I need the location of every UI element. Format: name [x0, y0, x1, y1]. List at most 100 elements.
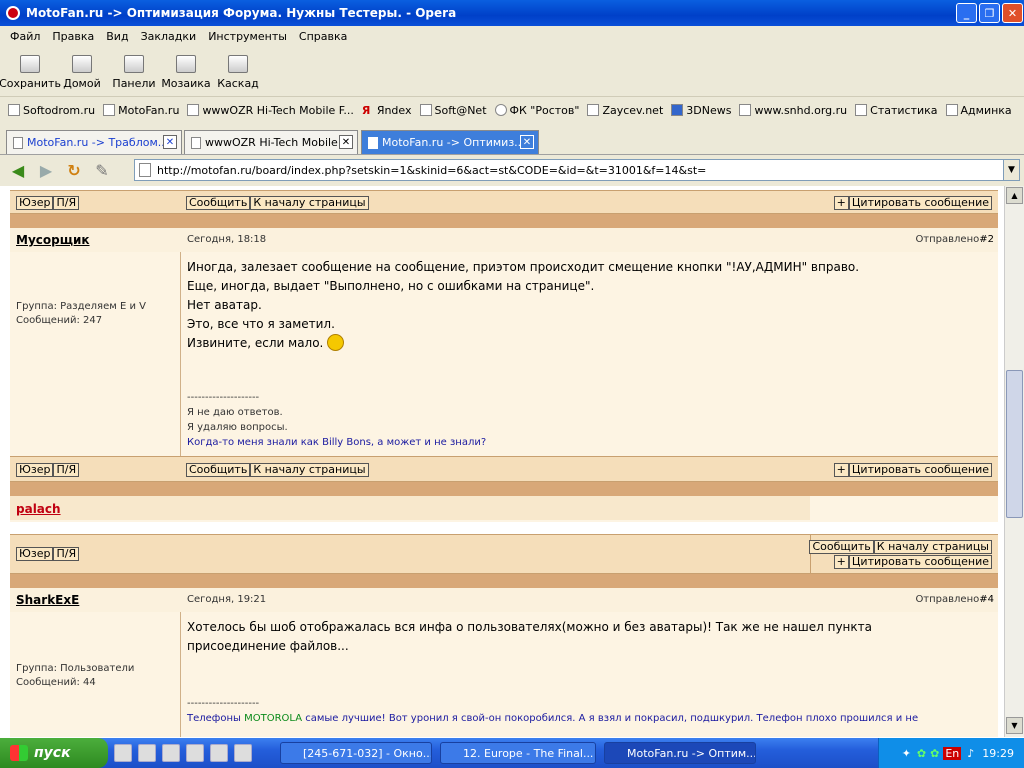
quote-button[interactable]: Цитировать сообщение — [848, 463, 992, 477]
bookmark-softnet[interactable]: Soft@Net — [419, 104, 487, 117]
user-button[interactable]: Юзер — [16, 196, 54, 210]
main-toolbar: Сохранить Домой Панели Мозаика Каскад — [0, 46, 1024, 96]
taskbar: пуск [245-671-032] - Окно... 12. Europe … — [0, 738, 1024, 768]
bookmark-ozr[interactable]: wwwOZR Hi-Tech Mobile F... — [187, 104, 354, 117]
bookmark-yandex[interactable]: Я Яndex — [362, 104, 412, 118]
task-icq[interactable]: [245-671-032] - Окно... — [280, 742, 432, 764]
post-author[interactable]: palach — [16, 502, 61, 516]
bookmark-fc-rostov[interactable]: ФК "Ростов" — [494, 104, 579, 117]
chevron-down-icon[interactable]: ▼ — [1003, 160, 1019, 180]
save-button[interactable]: Сохранить — [0, 50, 61, 96]
report-button[interactable]: Сообщить — [809, 540, 874, 554]
quote-button[interactable]: Цитировать сообщение — [848, 196, 992, 210]
tile-icon — [176, 55, 196, 73]
top-of-page-button[interactable]: К началу страницы — [250, 196, 369, 210]
opera-icon — [6, 6, 20, 20]
post-separator — [10, 214, 998, 228]
bookmark-motofan[interactable]: MotoFan.ru — [103, 104, 179, 117]
task-winamp[interactable]: 12. Europe - The Final... — [440, 742, 596, 764]
bookmark-stats[interactable]: Статистика — [855, 104, 938, 117]
start-button[interactable]: пуск — [0, 738, 108, 768]
vertical-scrollbar[interactable]: ▲ ▼ — [1004, 186, 1024, 737]
scroll-up-arrow-icon[interactable]: ▲ — [1006, 187, 1023, 204]
tab-close-icon[interactable]: ✕ — [339, 135, 353, 149]
hand-icon — [587, 104, 600, 116]
post-header: palach — [10, 496, 998, 522]
post-number[interactable]: #4 — [979, 594, 994, 605]
menu-bookmarks[interactable]: Закладки — [141, 30, 197, 43]
scroll-down-arrow-icon[interactable]: ▼ — [1006, 717, 1023, 734]
top-of-page-button[interactable]: К началу страницы — [873, 540, 992, 554]
language-indicator[interactable]: En — [943, 746, 962, 760]
bookmark-zaycev[interactable]: Zaycev.net — [587, 104, 663, 117]
tab-close-icon[interactable]: ✕ — [520, 135, 534, 149]
restore-button[interactable]: ❐ — [979, 3, 1000, 23]
3dnews-icon — [671, 104, 684, 116]
quote-button[interactable]: Цитировать сообщение — [848, 555, 992, 569]
pm-button[interactable]: П/Я — [53, 547, 80, 561]
post-header: Мусорщик Сегодня, 18:18 Отправлено#2 — [10, 228, 998, 252]
page-icon — [103, 104, 116, 116]
quicklaunch-icon[interactable] — [138, 744, 156, 762]
tab-1[interactable]: MotoFan.ru -> Траблом... ✕ — [6, 130, 182, 154]
post-message: Иногда, залезает сообщение на сообщение,… — [187, 260, 860, 351]
menu-help[interactable]: Справка — [299, 30, 347, 43]
close-button[interactable]: ✕ — [1002, 3, 1023, 23]
menu-file[interactable]: Файл — [10, 30, 40, 43]
panels-button[interactable]: Панели — [108, 50, 160, 96]
post-author[interactable]: Мусорщик — [16, 233, 90, 247]
report-button[interactable]: Сообщить — [186, 463, 251, 477]
page-icon — [368, 136, 378, 149]
network-icon[interactable]: ✦ — [902, 747, 911, 760]
back-arrow-icon[interactable]: ◀ — [8, 161, 28, 181]
menu-tools[interactable]: Инструменты — [208, 30, 287, 43]
post-date: Сегодня, 18:18 — [187, 234, 267, 245]
post-number[interactable]: #2 — [979, 234, 994, 245]
page-icon — [187, 104, 200, 116]
home-button[interactable]: Домой — [56, 50, 108, 96]
menu-edit[interactable]: Правка — [52, 30, 94, 43]
tray-icon[interactable]: ✿ — [917, 747, 926, 760]
quicklaunch-icon[interactable] — [210, 744, 228, 762]
opera-quicklaunch-icon[interactable] — [114, 744, 132, 762]
bookmark-snhd[interactable]: www.snhd.org.ru — [739, 104, 847, 117]
task-opera[interactable]: MotoFan.ru -> Оптим... — [604, 742, 756, 764]
address-field[interactable]: http://motofan.ru/board/index.php?setski… — [134, 159, 1020, 181]
tab-close-icon[interactable]: ✕ — [163, 135, 177, 149]
reload-icon[interactable]: ↻ — [64, 161, 84, 181]
post-author[interactable]: SharkExE — [16, 593, 79, 607]
user-button[interactable]: Юзер — [16, 547, 54, 561]
bookmark-admin[interactable]: Админка — [945, 104, 1012, 117]
volume-icon[interactable]: ♪ — [967, 747, 974, 760]
quicklaunch-icon[interactable] — [162, 744, 180, 762]
quicklaunch-icon[interactable] — [234, 744, 252, 762]
bookmark-softodrom[interactable]: Softodrom.ru — [8, 104, 95, 117]
quote-plus-button[interactable]: + — [833, 555, 849, 569]
tile-button[interactable]: Мозаика — [160, 50, 212, 96]
cascade-button[interactable]: Каскад — [212, 50, 264, 96]
tab-3-active[interactable]: MotoFan.ru -> Оптимиз... ✕ — [361, 130, 539, 154]
report-button[interactable]: Сообщить — [186, 196, 251, 210]
tab-2[interactable]: wwwOZR Hi-Tech Mobile ... ✕ — [184, 130, 358, 154]
forward-arrow-icon[interactable]: ▶ — [36, 161, 56, 181]
user-button[interactable]: Юзер — [16, 463, 54, 477]
ball-icon — [494, 104, 507, 116]
edit-pencil-icon[interactable]: ✎ — [92, 161, 112, 181]
smiley-icon — [327, 334, 345, 351]
minimize-button[interactable]: _ — [956, 3, 977, 23]
post-spacer — [10, 522, 998, 534]
column-divider — [180, 252, 181, 456]
tray-icon[interactable]: ✿ — [930, 747, 939, 760]
quote-plus-button[interactable]: + — [833, 463, 849, 477]
quote-plus-button[interactable]: + — [833, 196, 849, 210]
post-actions-bar: Юзер П/Я Сообщить К началу страницы + Цитир… — [10, 534, 998, 575]
top-of-page-button[interactable]: К началу страницы — [250, 463, 369, 477]
quicklaunch-icon[interactable] — [186, 744, 204, 762]
pm-button[interactable]: П/Я — [53, 463, 80, 477]
post-message: Хотелось бы шоб отображалась вся инфа о … — [187, 620, 872, 653]
menu-view[interactable]: Вид — [106, 30, 128, 43]
scroll-thumb[interactable] — [1006, 370, 1023, 518]
bookmark-3dnews[interactable]: 3DNews — [671, 104, 731, 117]
pm-button[interactable]: П/Я — [53, 196, 80, 210]
post-signature: -------------------- Телефоны MOTOROLA с… — [187, 698, 919, 724]
